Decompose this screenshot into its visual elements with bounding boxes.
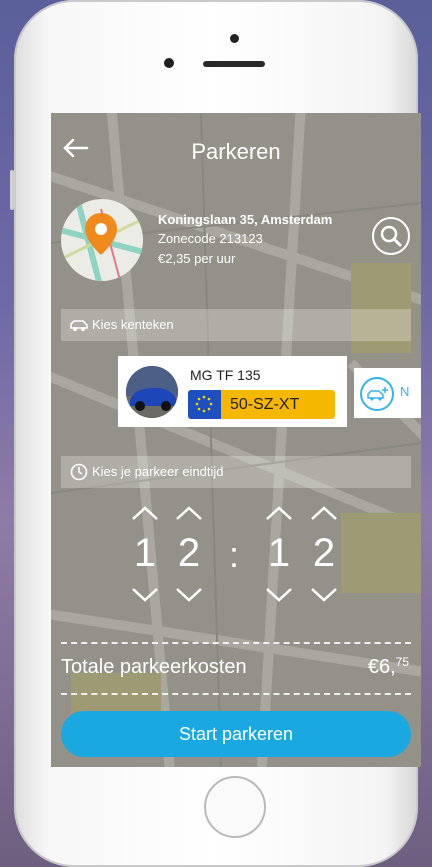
total-cost-value: €6,75 [367,655,409,679]
app-screen: Parkeren Koningslaan 35, Amsterdam Zonec… [51,113,421,767]
car-card-selected[interactable]: MG TF 135 50-SZ-XT [118,356,347,427]
minute-ones-down-icon[interactable] [309,584,339,604]
total-cost-cents: 75 [395,655,409,669]
divider-top [61,642,411,644]
license-plate: 50-SZ-XT [188,390,335,419]
time-section-label: Kies je parkeer eindtijd [92,464,224,479]
car-image [126,366,178,418]
hour-ones-up-icon[interactable] [174,504,204,524]
map-pin-icon [61,199,143,281]
add-car-icon [360,377,394,411]
search-icon [380,225,402,247]
minute-tens-up-icon[interactable] [264,504,294,524]
minute-tens-digit: 1 [267,531,291,575]
divider-bottom [61,693,411,695]
front-camera [230,34,239,43]
car-photo [126,366,178,418]
car-name: MG TF 135 [190,367,261,383]
hour-tens-down-icon[interactable] [130,584,160,604]
hour-tens-up-icon[interactable] [130,504,160,524]
license-section-label: Kies kenteken [92,317,174,332]
sensor [164,58,174,68]
add-car-card[interactable]: N [354,368,421,418]
location-address: Koningslaan 35, Amsterdam [158,212,333,227]
location-map-thumbnail [61,199,143,281]
time-section-header: Kies je parkeer eindtijd [61,456,411,488]
license-plate-number: 50-SZ-XT [230,396,300,413]
earpiece-speaker [203,61,265,67]
phone-frame: Parkeren Koningslaan 35, Amsterdam Zonec… [10,0,421,867]
search-button[interactable] [372,217,410,255]
hour-ones-digit: 2 [177,531,201,575]
add-car-label: N [400,384,410,399]
license-section-header: Kies kenteken [61,309,411,341]
minute-ones-up-icon[interactable] [309,504,339,524]
minute-tens-down-icon[interactable] [264,584,294,604]
start-parking-button[interactable]: Start parkeren [61,711,411,757]
eu-flag-icon [188,390,221,419]
car-icon [70,320,88,331]
hour-tens-digit: 1 [133,531,157,575]
time-separator: : [229,534,240,575]
total-cost-main: €6, [367,656,396,678]
location-rate: €2,35 per uur [158,251,236,266]
total-cost-label: Totale parkeerkosten [61,656,247,678]
home-button[interactable] [204,776,266,838]
hour-ones-down-icon[interactable] [174,584,204,604]
clock-icon [70,463,88,481]
minute-ones-digit: 2 [312,531,336,575]
location-zone: Zonecode 213123 [158,231,263,246]
page-title: Parkeren [191,139,281,164]
